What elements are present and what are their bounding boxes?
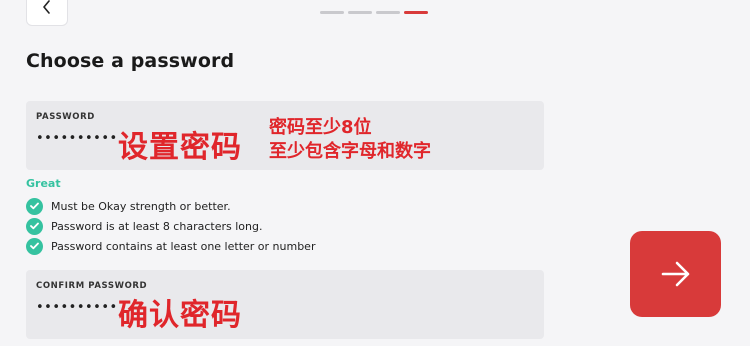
- chevron-left-icon: [43, 0, 50, 14]
- rule-annotation-line-2: 至少包含字母和数字: [269, 141, 431, 162]
- progress-step-2: [348, 11, 372, 14]
- back-button[interactable]: [26, 0, 68, 26]
- requirement-text: Password is at least 8 characters long.: [51, 219, 263, 233]
- password-field-label: PASSWORD: [36, 112, 95, 122]
- progress-step-3: [376, 11, 400, 14]
- confirm-password-input[interactable]: [36, 300, 116, 315]
- confirm-password-annotation: 确认密码: [118, 298, 242, 333]
- rule-annotation-line-1: 密码至少8位: [269, 117, 372, 138]
- check-circle-icon: [26, 237, 43, 255]
- password-rule-annotation: 密码至少8位 至少包含字母和数字: [269, 116, 431, 164]
- requirement-item: Must be Okay strength or better.: [26, 196, 315, 216]
- requirement-item: Password is at least 8 characters long.: [26, 216, 315, 236]
- password-requirements-list: Must be Okay strength or better. Passwor…: [26, 196, 315, 256]
- confirm-password-field[interactable]: CONFIRM PASSWORD: [26, 270, 544, 339]
- next-button[interactable]: [630, 231, 721, 317]
- progress-step-1: [320, 11, 344, 14]
- progress-step-4-current: [404, 11, 428, 14]
- set-password-annotation: 设置密码: [118, 130, 242, 165]
- page-title: Choose a password: [26, 50, 235, 72]
- requirement-text: Password contains at least one letter or…: [51, 239, 316, 253]
- arrow-right-icon: [661, 261, 689, 287]
- requirement-text: Must be Okay strength or better.: [51, 199, 231, 213]
- step-progress: [320, 11, 428, 14]
- password-input[interactable]: [36, 131, 116, 146]
- password-strength-label: Great: [26, 177, 61, 190]
- check-circle-icon: [26, 197, 43, 215]
- check-circle-icon: [26, 217, 43, 235]
- requirement-item: Password contains at least one letter or…: [26, 236, 315, 256]
